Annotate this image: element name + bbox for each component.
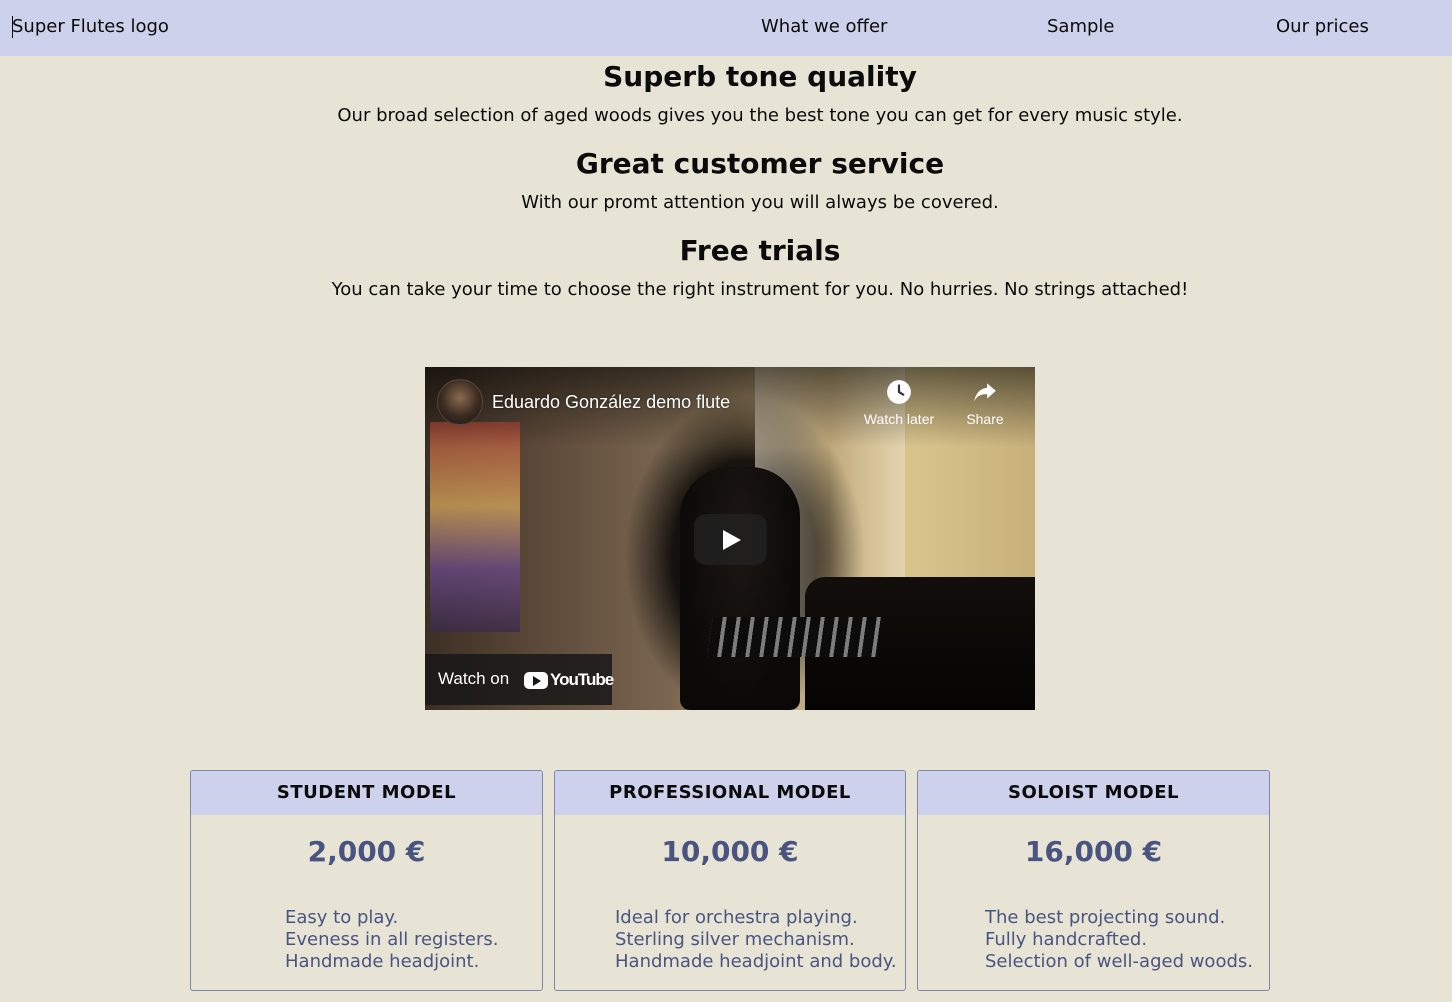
watch-on-youtube-button[interactable]: Watch on YouTube — [425, 654, 614, 705]
list-item: Fully handcrafted. — [985, 929, 1148, 950]
list-item: Ideal for orchestra playing. — [615, 907, 858, 928]
pricing-card-title: PROFESSIONAL MODEL — [555, 771, 905, 815]
pricing-card-student: STUDENT MODEL 2,000 € Easy to play. Even… — [190, 770, 543, 991]
pricing-card-price: 16,000 € — [1024, 835, 1163, 868]
play-button[interactable] — [694, 514, 767, 565]
site-logo[interactable]: Super Flutes logo — [12, 16, 169, 38]
clock-icon — [887, 380, 911, 404]
youtube-play-badge-icon — [524, 671, 548, 689]
video-title[interactable]: Eduardo González demo flute — [492, 391, 730, 413]
play-icon — [723, 530, 741, 550]
video-thumbnail-flutist — [680, 467, 800, 710]
video-thumbnail-poster — [430, 422, 520, 632]
list-item: Handmade headjoint. — [285, 951, 480, 972]
pricing-card-features: Easy to play. Eveness in all registers. … — [285, 907, 498, 973]
list-item: Sterling silver mechanism. — [615, 929, 855, 950]
feature-heading: Free trials — [679, 234, 841, 267]
share-icon — [974, 383, 996, 402]
nav-link-our-prices[interactable]: Our prices — [1276, 16, 1369, 38]
pricing-card-title: SOLOIST MODEL — [918, 771, 1269, 815]
pricing-card-title: STUDENT MODEL — [191, 771, 542, 815]
share-label: Share — [966, 411, 1004, 427]
list-item: Selection of well-aged woods. — [985, 951, 1253, 972]
list-item: The best projecting sound. — [985, 907, 1226, 928]
nav-link-what-we-offer[interactable]: What we offer — [761, 16, 887, 38]
feature-heading: Great customer service — [575, 147, 945, 180]
feature-text: You can take your time to choose the rig… — [331, 279, 1189, 300]
youtube-logo: YouTube — [524, 669, 614, 691]
list-item: Handmade headjoint and body. — [615, 951, 897, 972]
pricing-card-professional: PROFESSIONAL MODEL 10,000 € Ideal for or… — [554, 770, 906, 991]
pricing-card-price: 2,000 € — [307, 835, 426, 868]
video-thumbnail-music-stand — [707, 617, 883, 657]
text-cursor — [12, 16, 13, 38]
feature-text: With our promt attention you will always… — [521, 192, 999, 213]
watch-later-label: Watch later — [863, 411, 935, 427]
watch-later-button[interactable]: Watch later — [854, 379, 944, 427]
pricing-card-features: The best projecting sound. Fully handcra… — [985, 907, 1253, 973]
pricing-card-soloist: SOLOIST MODEL 16,000 € The best projecti… — [917, 770, 1270, 991]
channel-avatar[interactable] — [437, 379, 483, 425]
feature-text: Our broad selection of aged woods gives … — [337, 105, 1183, 126]
pricing-card-price: 10,000 € — [661, 835, 799, 868]
share-button[interactable]: Share — [940, 379, 1030, 427]
feature-heading: Superb tone quality — [603, 60, 917, 93]
list-item: Eveness in all registers. — [285, 929, 499, 950]
site-header: Super Flutes logo What we offer Sample O… — [0, 0, 1452, 56]
video-player[interactable]: Eduardo González demo flute Watch later … — [425, 367, 1035, 710]
pricing-card-features: Ideal for orchestra playing. Sterling si… — [615, 907, 897, 973]
nav-link-sample[interactable]: Sample — [1047, 16, 1115, 38]
youtube-wordmark: YouTube — [550, 670, 614, 689]
watch-on-label: Watch on — [438, 669, 510, 688]
list-item: Easy to play. — [285, 907, 399, 928]
